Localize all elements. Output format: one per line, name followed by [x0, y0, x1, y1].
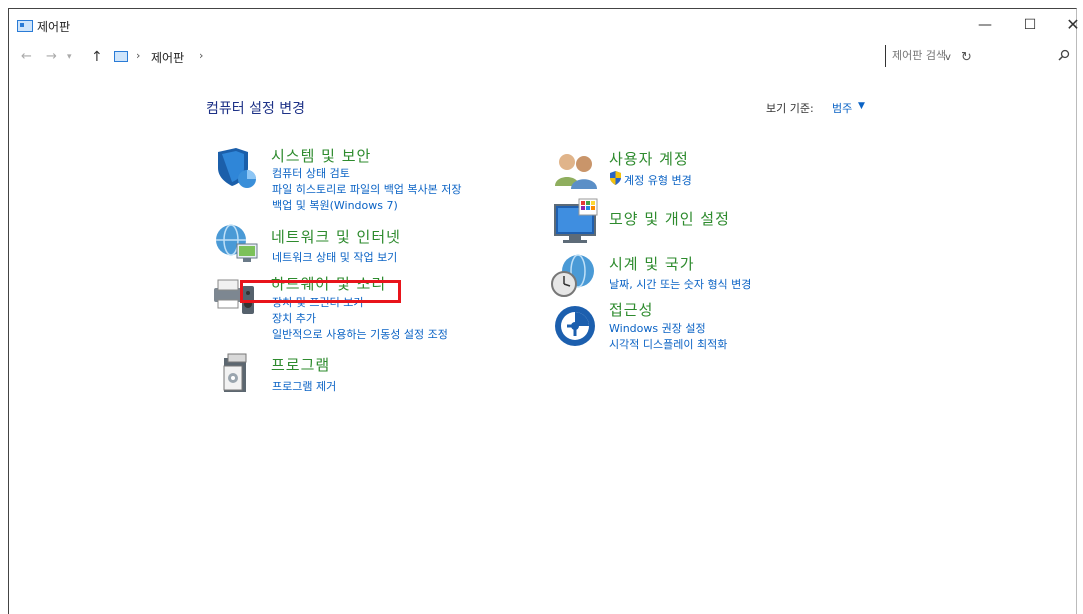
link-network-status[interactable]: 네트워크 상태 및 작업 보기 — [272, 249, 397, 265]
search-icon[interactable] — [1058, 49, 1070, 64]
view-by-dropdown[interactable]: 범주 — [832, 100, 852, 116]
up-button[interactable]: ↑ — [91, 49, 103, 65]
recent-locations-button[interactable]: ▾ — [67, 52, 72, 62]
category-programs[interactable]: 프로그램 — [271, 354, 330, 375]
page-heading: 컴퓨터 설정 변경 — [206, 101, 306, 117]
link-backup-restore[interactable]: 백업 및 복원(Windows 7) — [272, 197, 398, 213]
link-add-device[interactable]: 장치 추가 — [272, 310, 316, 326]
breadcrumb-separator[interactable]: › — [199, 49, 203, 62]
link-optimize-display[interactable]: 시각적 디스플레이 최적화 — [609, 336, 727, 352]
search-box[interactable] — [885, 45, 1076, 67]
control-panel-window: 제어판 — ☐ ✕ ← → ▾ ↑ › 제어판 › v ↻ — [8, 8, 1080, 614]
program-box-icon[interactable] — [220, 352, 250, 397]
link-uninstall-program[interactable]: 프로그램 제거 — [272, 378, 336, 394]
category-ease-of-access[interactable]: 접근성 — [609, 299, 653, 320]
back-button[interactable]: ← — [21, 49, 32, 64]
link-change-account-type[interactable]: 계정 유형 변경 — [624, 172, 692, 188]
close-button[interactable]: ✕ — [1063, 15, 1083, 35]
uac-shield-icon — [609, 171, 622, 188]
category-user-accounts[interactable]: 사용자 계정 — [609, 148, 689, 169]
control-panel-crumb-icon — [114, 51, 128, 62]
link-mobility-settings[interactable]: 일반적으로 사용하는 기동성 설정 조정 — [272, 326, 448, 342]
highlight-box — [240, 280, 401, 303]
chevron-down-icon[interactable]: ▼ — [858, 101, 865, 111]
view-by-label: 보기 기준: — [766, 102, 814, 115]
address-bar[interactable]: › 제어판 › v ↻ — [109, 45, 972, 67]
window-title: 제어판 — [37, 20, 71, 34]
category-network-internet[interactable]: 네트워크 및 인터넷 — [271, 226, 401, 247]
link-change-date-format[interactable]: 날짜, 시간 또는 숫자 형식 변경 — [609, 276, 751, 292]
link-review-computer-status[interactable]: 컴퓨터 상태 검토 — [272, 165, 350, 181]
forward-button[interactable]: → — [46, 49, 57, 64]
clock-globe-icon[interactable] — [550, 253, 598, 302]
link-file-history-backup[interactable]: 파일 히스토리로 파일의 백업 복사본 저장 — [272, 181, 462, 197]
monitor-icon[interactable] — [553, 197, 601, 248]
search-input[interactable] — [890, 48, 1044, 63]
users-icon[interactable] — [553, 152, 599, 193]
category-clock-region[interactable]: 시계 및 국가 — [609, 253, 695, 274]
navigation-bar: ← → ▾ ↑ › 제어판 › v ↻ — [9, 41, 1076, 71]
category-appearance[interactable]: 모양 및 개인 설정 — [609, 208, 730, 229]
ease-of-access-icon[interactable] — [553, 304, 597, 351]
shield-icon[interactable] — [214, 148, 260, 193]
globe-network-icon[interactable] — [213, 222, 261, 269]
link-recommended-settings[interactable]: Windows 권장 설정 — [609, 320, 706, 336]
control-panel-icon — [17, 20, 33, 32]
title-bar: 제어판 — ☐ ✕ — [9, 9, 1080, 41]
maximize-button[interactable]: ☐ — [1020, 15, 1040, 35]
minimize-button[interactable]: — — [975, 15, 995, 35]
breadcrumb-separator[interactable]: › — [136, 49, 140, 62]
category-system-security[interactable]: 시스템 및 보안 — [271, 145, 371, 166]
breadcrumb-control-panel[interactable]: 제어판 — [151, 49, 184, 66]
